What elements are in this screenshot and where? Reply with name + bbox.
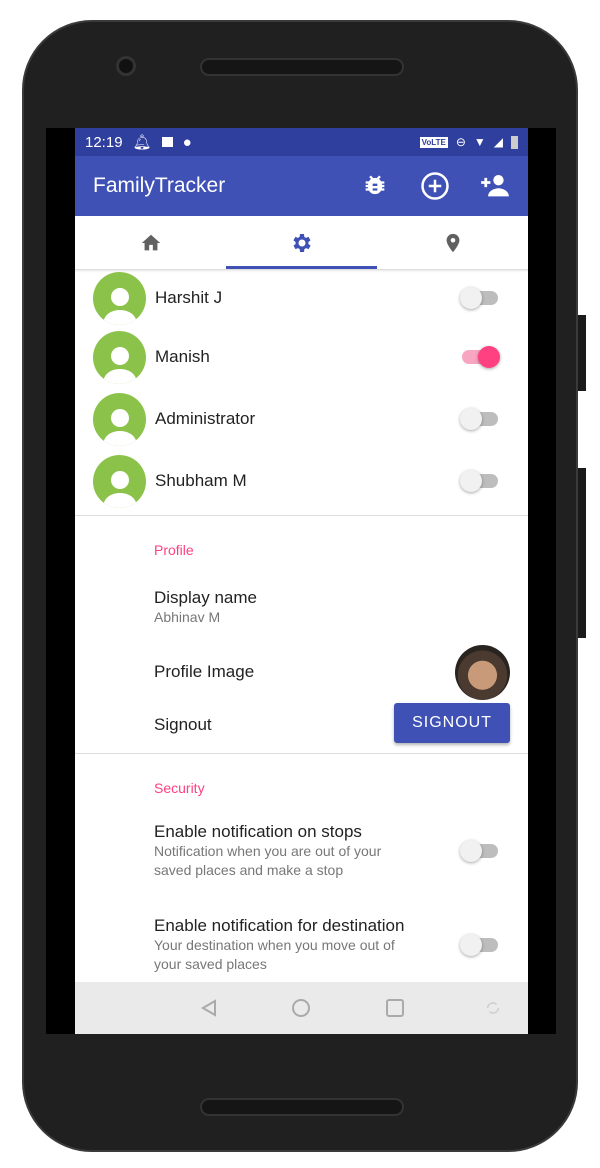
tab-location[interactable] [377, 216, 528, 269]
add-person-icon[interactable] [480, 171, 510, 201]
tab-settings[interactable] [226, 216, 377, 269]
notify-stops-toggle[interactable] [460, 840, 498, 862]
notify-destination-pref[interactable]: Enable notification for destination Your… [75, 916, 528, 974]
dnd-icon: ⊖ [455, 135, 466, 149]
signout-button[interactable]: SIGNOUT [394, 703, 510, 743]
profile-header: Profile [154, 542, 194, 558]
member-name: Harshit J [155, 288, 223, 307]
member-name: Administrator [155, 409, 256, 428]
profile-photo[interactable] [455, 645, 510, 700]
location-icon: ● [182, 133, 192, 151]
member-toggle[interactable] [460, 470, 498, 492]
bell-icon: 🔔︎ [132, 134, 152, 151]
signal-icon: ◢ [493, 135, 503, 149]
notify-stops-title: Enable notification on stops [154, 822, 362, 841]
home-nav-icon[interactable] [291, 998, 311, 1018]
gear-icon [292, 233, 311, 252]
speaker-top [200, 58, 404, 76]
tab-home[interactable] [75, 216, 226, 269]
member-item[interactable]: Shubham M [75, 450, 528, 512]
divider [75, 515, 528, 516]
member-item[interactable]: Harshit J [75, 270, 528, 326]
image-icon [161, 137, 173, 147]
notify-destination-title: Enable notification for destination [154, 916, 405, 935]
display-name-label: Display name [154, 588, 257, 607]
avatar [93, 454, 146, 508]
wifi-icon: ▼ [473, 135, 486, 149]
display-name-value: Abhinav M [154, 609, 221, 625]
rotate-icon[interactable] [484, 999, 502, 1017]
member-item[interactable]: Administrator [75, 388, 528, 450]
security-header: Security [154, 780, 205, 796]
back-icon[interactable] [199, 998, 219, 1018]
notify-destination-summary: Your destination when you move out of yo… [154, 937, 395, 972]
app-bar: FamilyTracker [75, 156, 528, 216]
volume-button [578, 468, 586, 638]
app-title: FamilyTracker [93, 174, 226, 197]
signout-pref: Signout SIGNOUT [75, 703, 528, 755]
notify-destination-toggle[interactable] [460, 934, 498, 956]
member-name: Manish [155, 347, 210, 366]
member-item[interactable]: Manish [75, 326, 528, 388]
avatar [93, 330, 146, 384]
member-toggle[interactable] [460, 287, 498, 309]
battery-icon [511, 135, 518, 149]
notify-stops-pref[interactable]: Enable notification on stops Notificatio… [75, 822, 528, 880]
avatar [93, 271, 146, 325]
member-list: Harshit J Manish Administrator Shubham M [75, 270, 528, 512]
tab-bar [75, 216, 528, 270]
member-toggle[interactable] [462, 346, 500, 368]
display-name-pref[interactable]: Display name Abhinav M [75, 588, 528, 627]
status-bar: 12:19 🔔︎ ● VoLTE ⊖ ▼ ◢ [75, 128, 528, 156]
profile-image-pref[interactable]: Profile Image [75, 645, 528, 700]
avatar [93, 392, 146, 446]
member-name: Shubham M [155, 471, 247, 490]
bug-icon[interactable] [360, 171, 390, 201]
home-icon [141, 234, 160, 250]
app-screen: 12:19 🔔︎ ● VoLTE ⊖ ▼ ◢ FamilyTracker Har… [75, 128, 528, 1034]
member-toggle[interactable] [460, 408, 498, 430]
add-circle-icon[interactable] [420, 171, 450, 201]
speaker-bottom [200, 1098, 404, 1116]
notify-stops-summary: Notification when you are out of your sa… [154, 843, 382, 878]
clock: 12:19 [85, 133, 123, 151]
recents-icon[interactable] [385, 998, 405, 1018]
system-nav-bar [75, 982, 528, 1034]
front-camera [116, 56, 136, 76]
location-pin-icon [446, 233, 459, 252]
power-button [578, 315, 586, 391]
volte-badge: VoLTE [419, 136, 448, 148]
